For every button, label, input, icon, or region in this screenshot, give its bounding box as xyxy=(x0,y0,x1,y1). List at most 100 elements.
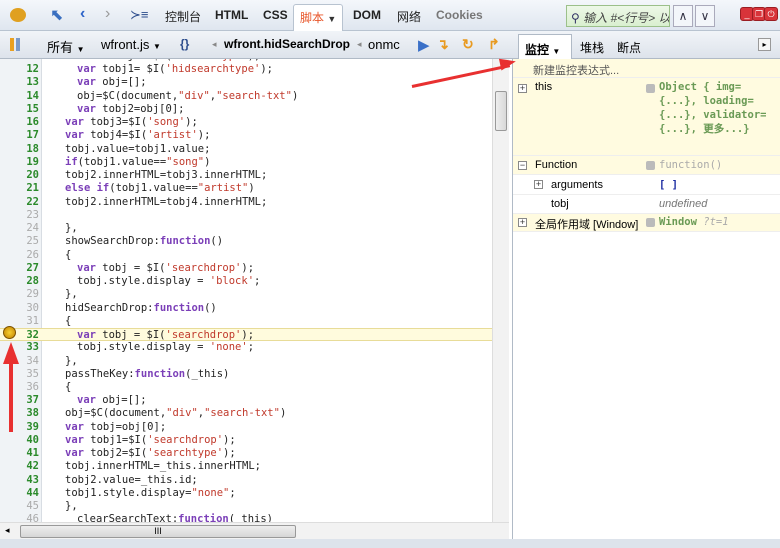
stack-left-icon[interactable]: ◂ xyxy=(212,39,217,50)
code-text: }, xyxy=(65,355,78,368)
line-number[interactable]: 42 xyxy=(0,460,39,473)
tab-html[interactable]: HTML xyxy=(215,8,248,22)
chevron-down-icon: ▼ xyxy=(76,45,85,54)
search-input[interactable]: ⚲ 输入 #<行号> 以 xyxy=(566,5,670,27)
panel-menu-icon[interactable]: ▸ xyxy=(758,38,771,51)
code-line: 12 var tobj1= $I('hidsearchtype'); xyxy=(0,63,492,76)
firebug-logo-icon[interactable] xyxy=(10,8,26,22)
line-number[interactable]: 13 xyxy=(0,76,39,89)
line-number[interactable]: 14 xyxy=(0,90,39,103)
line-number[interactable]: 40 xyxy=(0,434,39,447)
line-number[interactable]: 26 xyxy=(0,249,39,262)
line-number[interactable]: 45 xyxy=(0,500,39,513)
code-token: 'searchdrop' xyxy=(147,433,224,446)
code-token: tobj4=$I( xyxy=(83,129,148,142)
code-token: tobj2.innerHTML=tobj3.innerHTML; xyxy=(65,169,268,182)
line-number[interactable]: 46 xyxy=(0,513,39,522)
watch-row-function[interactable]: − Function function() xyxy=(513,156,780,175)
pretty-print-button[interactable]: {} xyxy=(180,37,189,51)
line-number[interactable]: 38 xyxy=(0,407,39,420)
tab-cookies[interactable]: Cookies xyxy=(436,8,483,22)
var-value: undefined xyxy=(659,198,708,210)
stack-frame-caller[interactable]: onmc xyxy=(368,37,400,52)
close-icon[interactable]: ⏻ xyxy=(764,7,778,21)
line-number[interactable]: 20 xyxy=(0,169,39,182)
command-line-icon[interactable]: ≻≡ xyxy=(130,7,148,23)
line-number[interactable]: 29 xyxy=(0,288,39,301)
line-number[interactable]: 16 xyxy=(0,116,39,129)
filter-select[interactable]: 所有 ▼ xyxy=(47,37,85,56)
line-number[interactable]: 37 xyxy=(0,394,39,407)
code-token: tobj2=$I( xyxy=(83,447,148,460)
code-text: var tobj = $I('searchdrop'); xyxy=(77,262,254,275)
forward-icon[interactable]: › xyxy=(105,5,110,23)
search-prev-button[interactable]: ∧ xyxy=(673,5,693,27)
line-number[interactable]: 30 xyxy=(0,302,39,315)
horizontal-scrollbar[interactable]: ◂ III xyxy=(0,522,509,539)
line-number[interactable]: 28 xyxy=(0,275,39,288)
stack-frame-current[interactable]: wfront.hidSearchDrop xyxy=(224,37,350,51)
line-number[interactable]: 44 xyxy=(0,487,39,500)
step-out-icon[interactable]: ↱ xyxy=(488,36,500,53)
new-watch-expression[interactable]: 新建监控表达式... xyxy=(513,59,780,78)
var-value[interactable]: Object { img={...}, loading={...}, valid… xyxy=(659,80,771,136)
watch-row-arguments[interactable]: + arguments [ ] xyxy=(513,175,780,195)
code-token: var xyxy=(77,63,96,76)
line-number[interactable]: 27 xyxy=(0,262,39,275)
line-number[interactable]: 24 xyxy=(0,222,39,235)
var-name: tobj xyxy=(551,198,569,210)
tab-css[interactable]: CSS xyxy=(263,8,288,22)
line-number[interactable]: 18 xyxy=(0,143,39,156)
continue-icon[interactable]: ▶ xyxy=(418,36,430,54)
code-line: 38 obj=$C(document,"div","search-txt") xyxy=(0,407,492,420)
script-source-view[interactable]: 11var tobj = $I('searchtype');12var tobj… xyxy=(0,59,492,522)
step-over-icon[interactable]: ↻ xyxy=(462,36,474,53)
line-number[interactable]: 19 xyxy=(0,156,39,169)
var-value[interactable]: Window xyxy=(659,216,697,228)
tab-dom[interactable]: DOM xyxy=(353,8,381,22)
tab-script[interactable]: 脚本 ▼ xyxy=(293,4,344,31)
vertical-scrollbar[interactable] xyxy=(492,59,509,522)
line-number[interactable]: 22 xyxy=(0,196,39,209)
tab-breakpoints[interactable]: 断点 xyxy=(617,39,641,56)
back-icon[interactable]: ‹ xyxy=(80,5,85,23)
code-token: }, xyxy=(65,354,78,367)
code-line: 39 var tobj=obj[0]; xyxy=(0,421,492,434)
scroll-left-icon[interactable]: ◂ xyxy=(5,525,10,536)
line-number[interactable]: 15 xyxy=(0,103,39,116)
line-number[interactable]: 41 xyxy=(0,447,39,460)
inspect-icon[interactable]: ⬉ xyxy=(50,5,63,25)
tab-stack[interactable]: 堆栈 xyxy=(580,39,604,56)
line-number[interactable]: 36 xyxy=(0,381,39,394)
line-number[interactable]: 23 xyxy=(0,209,39,222)
watch-row-tobj[interactable]: tobj undefined xyxy=(513,195,780,214)
code-token: 'searchdrop' xyxy=(165,261,242,274)
line-number[interactable]: 12 xyxy=(0,63,39,76)
code-token: var xyxy=(65,433,84,446)
break-on-next-icon[interactable] xyxy=(10,38,14,51)
line-number[interactable]: 43 xyxy=(0,474,39,487)
watch-row-this[interactable]: + this Object { img={...}, loading={...}… xyxy=(513,78,780,156)
expand-icon[interactable]: + xyxy=(534,180,543,189)
tab-net[interactable]: 网络 xyxy=(397,8,421,25)
line-number[interactable]: 21 xyxy=(0,182,39,195)
watch-row-global[interactable]: + 全局作用域 [Window] Window ?t=1 xyxy=(513,214,780,232)
line-number[interactable]: 35 xyxy=(0,368,39,381)
search-next-button[interactable]: ∨ xyxy=(695,5,715,27)
line-number[interactable]: 39 xyxy=(0,421,39,434)
expand-icon[interactable]: + xyxy=(518,84,527,93)
tab-watch[interactable]: 监控 ▼ xyxy=(518,34,572,60)
code-line: 40 var tobj1=$I('searchdrop'); xyxy=(0,434,492,447)
vertical-scroll-thumb[interactable] xyxy=(495,91,507,131)
line-number[interactable]: 25 xyxy=(0,235,39,248)
var-value[interactable]: [ ] xyxy=(659,178,678,192)
code-token: "div" xyxy=(166,407,198,420)
line-number[interactable]: 17 xyxy=(0,129,39,142)
collapse-icon[interactable]: − xyxy=(518,161,527,170)
tab-console[interactable]: 控制台 xyxy=(165,8,201,25)
code-text: }, xyxy=(65,288,78,301)
horizontal-scroll-thumb[interactable]: III xyxy=(20,525,296,538)
step-into-icon[interactable]: ↴ xyxy=(437,36,449,53)
expand-icon[interactable]: + xyxy=(518,218,527,227)
file-select[interactable]: wfront.js ▼ xyxy=(101,37,161,52)
